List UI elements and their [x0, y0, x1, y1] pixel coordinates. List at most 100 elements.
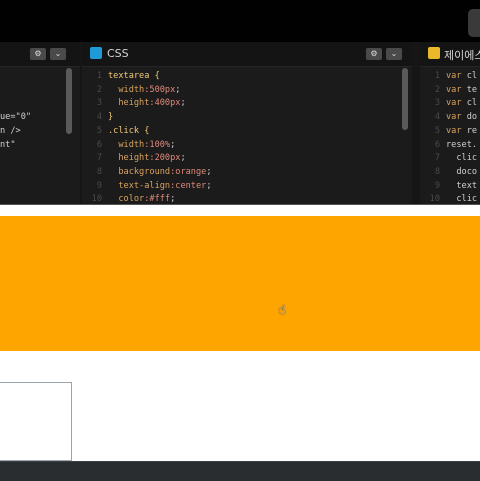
code-line: 1 textarea {: [82, 70, 412, 84]
code-line: 5 .click {: [82, 125, 412, 139]
line-number: 4: [96, 112, 102, 123]
code-token: }: [108, 112, 114, 123]
code-token: :500px: [144, 84, 176, 95]
line-number: 6: [96, 139, 102, 150]
hand-cursor-icon: ☝: [278, 303, 286, 318]
code-line: 3 height:400px;: [82, 97, 412, 111]
line-number: 3: [96, 98, 102, 109]
js-editor-panel[interactable]: 제이에스 1 var cl 2 var te 3 var cl 4 var do 5 var re…: [420, 42, 480, 204]
chevron-down-icon[interactable]: ⌄: [50, 48, 66, 60]
code-token: :100%: [144, 139, 171, 150]
code-line: 7 height:200px;: [82, 152, 412, 166]
code-line: 3 var cl: [420, 97, 480, 111]
code-token: var: [446, 71, 467, 81]
code-line: nt": [0, 139, 16, 150]
code-token: width: [108, 139, 145, 150]
code-token: ;: [170, 194, 176, 204]
toolbar-button[interactable]: [468, 9, 480, 37]
js-panel-header: 제이에스: [420, 42, 480, 67]
css-editor-panel[interactable]: CSS ⚙ ⌄ 1 textarea {2 width:500px; 3 heigh…: [82, 42, 412, 204]
code-token: cl: [466, 98, 478, 109]
code-token: :400px: [149, 98, 181, 109]
code-line: 2 width:500px;: [82, 84, 412, 98]
line-number: 9: [96, 180, 102, 191]
code-token: re: [466, 125, 478, 136]
css-scrollbar[interactable]: [402, 68, 408, 130]
code-line: 8 doco: [420, 166, 480, 180]
js-code[interactable]: 1 var cl 2 var te 3 var cl 4 var do 5 var re 6 rese…: [420, 70, 480, 204]
html-scrollbar[interactable]: [66, 68, 72, 134]
line-number: 7: [434, 153, 440, 164]
code-token: ;: [170, 139, 176, 150]
code-token: .click {: [108, 125, 150, 136]
js-panel-title: 제이에스: [444, 49, 480, 62]
line-number: 1: [434, 71, 440, 81]
code-line: 4 var do: [420, 111, 480, 125]
code-token: te: [466, 84, 478, 95]
line-number: 4: [434, 112, 440, 123]
css-panel-title: CSS: [107, 47, 129, 60]
code-line: 4}: [82, 111, 412, 125]
editor-area: ⚙ ⌄ ue="0" n /> nt" CSS ⚙ ⌄ 1 textarea { 2 w…: [0, 42, 480, 204]
gear-icon[interactable]: ⚙: [30, 48, 46, 60]
js-icon: [428, 47, 440, 59]
code-token: doco: [456, 166, 478, 177]
code-token: clic: [456, 153, 478, 164]
code-token: var: [446, 98, 467, 109]
code-token: textarea {: [108, 71, 160, 81]
css-icon: [90, 47, 102, 59]
preview-textarea[interactable]: [0, 382, 72, 461]
code-token: var: [446, 125, 467, 136]
code-line: 8 background:orange;: [82, 166, 412, 180]
code-token: reset.: [446, 139, 478, 150]
code-token: ;: [180, 153, 186, 164]
code-line: 5 var re: [420, 125, 480, 139]
code-token: cl: [466, 71, 478, 81]
code-line: 10 clic: [420, 193, 480, 204]
line-number: 5: [434, 125, 440, 136]
line-number: 2: [96, 84, 102, 95]
line-number: 6: [434, 139, 440, 150]
line-number: 9: [434, 180, 440, 191]
code-token: background: [108, 166, 171, 177]
code-token: ;: [180, 98, 186, 109]
code-token: var: [446, 84, 467, 95]
gear-icon[interactable]: ⚙: [366, 48, 382, 60]
code-line: 1 var cl: [420, 70, 480, 84]
code-token: width: [108, 84, 145, 95]
line-number: 3: [434, 98, 440, 109]
code-line: 6 width:100%;: [82, 139, 412, 153]
css-panel-header: CSS ⚙ ⌄: [82, 42, 412, 67]
code-line: 7 clic: [420, 152, 480, 166]
code-line: 10 color:#fff;: [82, 193, 412, 204]
line-number: 8: [434, 166, 440, 177]
code-token: do: [466, 112, 478, 123]
code-token: color: [108, 194, 145, 204]
line-number: 2: [434, 84, 440, 95]
click-area[interactable]: [0, 216, 480, 351]
line-number: 7: [96, 153, 102, 164]
code-token: ;: [206, 180, 212, 191]
code-token: var: [446, 112, 467, 123]
line-number: 10: [91, 194, 102, 204]
html-editor-panel[interactable]: ⚙ ⌄ ue="0" n /> nt": [0, 42, 80, 204]
line-number: 10: [429, 194, 440, 204]
top-toolbar: [0, 0, 480, 42]
code-token: text-align: [108, 180, 171, 191]
preview-background: [0, 351, 480, 461]
code-token: text: [456, 180, 478, 191]
code-token: height: [108, 98, 150, 109]
css-code[interactable]: 1 textarea {2 width:500px; 3 height:400px;…: [82, 70, 412, 204]
chevron-down-icon[interactable]: ⌄: [386, 48, 402, 60]
bottom-bar: [0, 461, 480, 481]
code-token: :center: [170, 180, 207, 191]
html-panel-header: ⚙ ⌄: [0, 42, 80, 67]
line-number: 8: [96, 166, 102, 177]
code-token: :orange: [170, 166, 207, 177]
code-line: 2 var te: [420, 84, 480, 98]
line-number: 1: [96, 71, 102, 81]
